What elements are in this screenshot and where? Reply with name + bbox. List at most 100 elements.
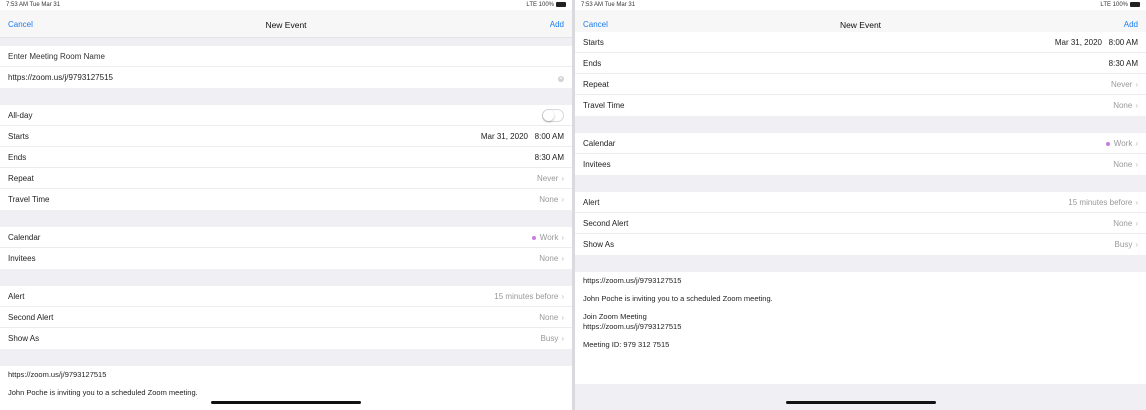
- repeat-value: Never ›: [536, 174, 564, 183]
- ends-row[interactable]: Ends 8:30 AM: [575, 53, 1146, 74]
- second-alert-value: None ›: [1113, 219, 1138, 228]
- showas-row[interactable]: Show As Busy ›: [0, 328, 572, 349]
- allday-row: All-day: [0, 105, 572, 126]
- chevron-right-icon: ›: [561, 174, 564, 183]
- travel-value: None ›: [539, 195, 564, 204]
- left-screen: 7:53 AM Tue Mar 31 LTE 100% Cancel New E…: [0, 0, 572, 410]
- calendar-value: Work ›: [1105, 133, 1138, 154]
- notes-line: https://zoom.us/j/9793127515: [583, 276, 682, 285]
- notes-line: John Poche is inviting you to a schedule…: [8, 388, 198, 397]
- section-gap: [575, 175, 1146, 192]
- calendar-color-dot: [531, 235, 536, 240]
- ends-value: 8:30 AM: [534, 153, 564, 162]
- second-alert-row[interactable]: Second Alert None ›: [0, 307, 572, 328]
- chevron-right-icon: ›: [1135, 219, 1138, 228]
- repeat-row[interactable]: Repeat Never ›: [575, 74, 1146, 95]
- calendar-label: Calendar: [8, 233, 41, 242]
- alert-row[interactable]: Alert 15 minutes before ›: [0, 286, 572, 307]
- allday-toggle[interactable]: [542, 109, 564, 122]
- alert-row[interactable]: Alert 15 minutes before ›: [575, 192, 1146, 213]
- repeat-label: Repeat: [583, 80, 609, 89]
- second-alert-value: None ›: [539, 313, 564, 322]
- showas-label: Show As: [583, 240, 615, 249]
- calendar-label: Calendar: [583, 139, 616, 148]
- section-gap: [0, 349, 572, 366]
- second-alert-label: Second Alert: [8, 313, 54, 322]
- travel-row[interactable]: Travel Time None ›: [575, 95, 1146, 116]
- invitees-value: None ›: [1113, 160, 1138, 169]
- event-form: Enter Meeting Room Name https://zoom.us/…: [0, 38, 572, 410]
- chevron-right-icon: ›: [1135, 80, 1138, 89]
- status-bar: 7:53 AM Tue Mar 31 LTE 100%: [575, 0, 1146, 10]
- section-gap: [0, 38, 572, 46]
- calendar-row[interactable]: Calendar Work ›: [575, 133, 1146, 154]
- starts-row[interactable]: Starts Mar 31, 2020 8:00 AM: [0, 126, 572, 147]
- showas-value: Busy ›: [540, 334, 564, 343]
- calendar-row[interactable]: Calendar Work ›: [0, 227, 572, 248]
- invitees-value: None ›: [539, 254, 564, 263]
- location-field[interactable]: https://zoom.us/j/9793127515 ✕: [0, 67, 572, 88]
- section-gap: [0, 88, 572, 105]
- ends-row[interactable]: Ends 8:30 AM: [0, 147, 572, 168]
- alert-value: 15 minutes before ›: [494, 292, 564, 301]
- chevron-right-icon: ›: [561, 233, 564, 242]
- alert-label: Alert: [8, 292, 25, 301]
- repeat-row[interactable]: Repeat Never ›: [0, 168, 572, 189]
- section-gap: [575, 116, 1146, 133]
- travel-row[interactable]: Travel Time None ›: [0, 189, 572, 210]
- travel-label: Travel Time: [8, 195, 50, 204]
- section-gap: [575, 255, 1146, 272]
- second-alert-row[interactable]: Second Alert None ›: [575, 213, 1146, 234]
- battery-icon: [1130, 2, 1140, 7]
- alert-value: 15 minutes before ›: [1068, 198, 1138, 207]
- add-button[interactable]: Add: [1124, 20, 1138, 29]
- chevron-right-icon: ›: [561, 195, 564, 204]
- showas-row[interactable]: Show As Busy ›: [575, 234, 1146, 255]
- chevron-right-icon: ›: [561, 292, 564, 301]
- invitees-label: Invitees: [583, 160, 611, 169]
- second-alert-label: Second Alert: [583, 219, 629, 228]
- status-time: 7:53 AM Tue Mar 31: [581, 2, 636, 8]
- bottom-area: [575, 384, 1146, 410]
- section-gap: [0, 210, 572, 227]
- showas-value: Busy ›: [1114, 240, 1138, 249]
- starts-row[interactable]: Starts Mar 31, 2020 8:00 AM: [575, 32, 1146, 53]
- home-indicator: [211, 401, 361, 404]
- chevron-right-icon: ›: [1135, 240, 1138, 249]
- status-bar: 7:53 AM Tue Mar 31 LTE 100%: [0, 0, 572, 10]
- toggle-knob: [543, 110, 554, 121]
- chevron-right-icon: ›: [1135, 198, 1138, 207]
- ends-label: Ends: [8, 153, 27, 162]
- starts-label: Starts: [583, 38, 604, 47]
- add-button[interactable]: Add: [550, 20, 564, 29]
- starts-value: Mar 31, 2020 8:00 AM: [480, 132, 564, 141]
- repeat-value: Never ›: [1110, 80, 1138, 89]
- notes-field[interactable]: https://zoom.us/j/9793127515 John Poche …: [575, 272, 1146, 362]
- page-title: New Event: [265, 20, 307, 30]
- status-time: 7:53 AM Tue Mar 31: [6, 2, 61, 8]
- notes-line: John Poche is inviting you to a schedule…: [583, 294, 773, 303]
- invitees-row[interactable]: Invitees None ›: [0, 248, 572, 269]
- ends-value: 8:30 AM: [1108, 59, 1138, 68]
- invitees-row[interactable]: Invitees None ›: [575, 154, 1146, 175]
- travel-value: None ›: [1113, 101, 1138, 110]
- title-field[interactable]: Enter Meeting Room Name: [0, 46, 572, 67]
- chevron-right-icon: ›: [561, 254, 564, 263]
- showas-label: Show As: [8, 334, 40, 343]
- chevron-right-icon: ›: [1135, 101, 1138, 110]
- chevron-right-icon: ›: [1135, 160, 1138, 169]
- notes-line: Meeting ID: 979 312 7515: [583, 340, 670, 349]
- starts-label: Starts: [8, 132, 29, 141]
- invitees-label: Invitees: [8, 254, 36, 263]
- location-value: https://zoom.us/j/9793127515: [8, 73, 113, 82]
- allday-label: All-day: [8, 111, 33, 120]
- home-indicator: [786, 401, 936, 404]
- alert-label: Alert: [583, 198, 600, 207]
- chevron-right-icon: ›: [561, 334, 564, 343]
- notes-line: https://zoom.us/j/9793127515: [583, 322, 682, 331]
- event-form: Starts Mar 31, 2020 8:00 AM Ends 8:30 AM…: [575, 32, 1146, 362]
- right-screen: 7:53 AM Tue Mar 31 LTE 100% Cancel New E…: [575, 0, 1146, 410]
- nav-bar: Cancel New Event Add: [0, 10, 572, 38]
- starts-value: Mar 31, 2020 8:00 AM: [1054, 38, 1138, 47]
- clear-icon[interactable]: ✕: [558, 67, 564, 88]
